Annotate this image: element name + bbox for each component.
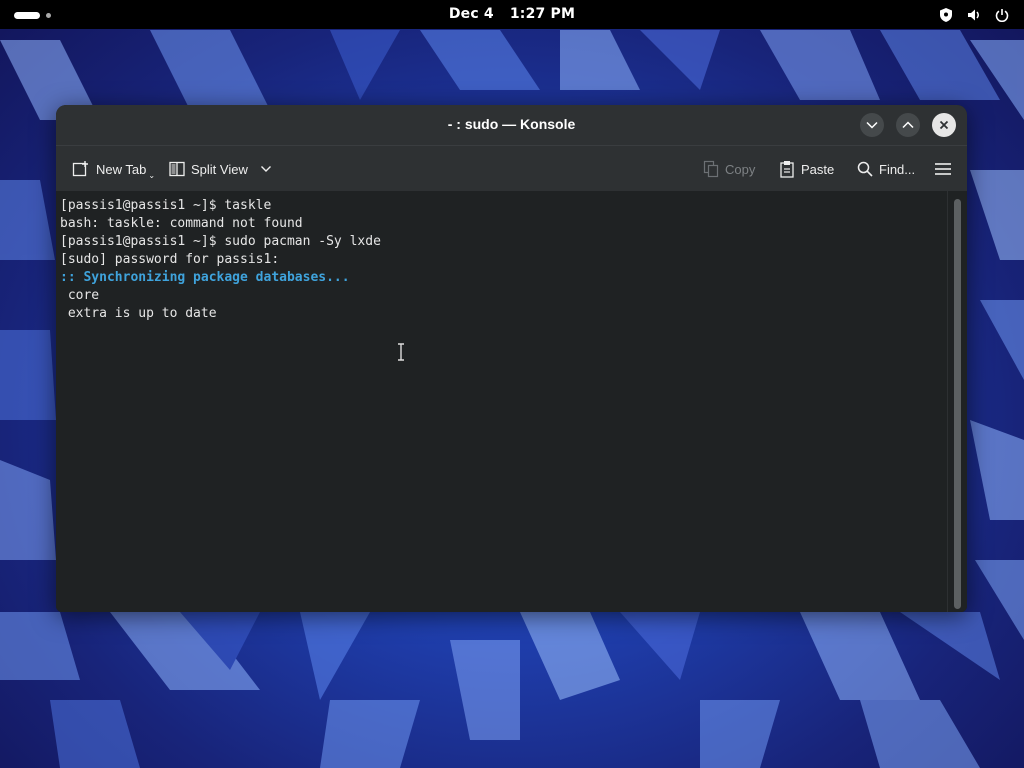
chevron-down-icon: [866, 121, 878, 129]
new-tab-button[interactable]: New Tab ⌄: [72, 159, 156, 180]
split-view-button[interactable]: Split View: [169, 159, 272, 179]
volume-icon[interactable]: [966, 7, 982, 23]
chevron-up-icon: [902, 121, 914, 129]
terminal-line: extra is up to date: [60, 306, 217, 321]
scrollbar-thumb[interactable]: [954, 199, 961, 609]
paste-label: Paste: [801, 161, 835, 177]
terminal-line-sync: :: Synchronizing package databases...: [60, 270, 350, 285]
paste-button[interactable]: Paste: [779, 159, 834, 179]
scrollbar[interactable]: [947, 191, 967, 612]
hamburger-menu-icon: [935, 163, 951, 175]
terminal-line: [passis1@passis1 ~]$ sudo pacman -Sy lxd…: [60, 234, 381, 249]
split-view-label: Split View: [191, 161, 248, 177]
minimize-button[interactable]: [860, 113, 884, 137]
konsole-window: - : sudo — Konsole New Tab ⌄ Split View …: [56, 105, 967, 612]
power-icon[interactable]: [994, 7, 1010, 23]
terminal-line: [passis1@passis1 ~]$ taskle: [60, 198, 272, 213]
clock-time: 1:27 PM: [509, 6, 576, 22]
terminal-line: core: [60, 288, 100, 303]
copy-icon: [703, 160, 719, 178]
maximize-button[interactable]: [896, 113, 920, 137]
paste-icon: [780, 161, 794, 178]
close-icon: [939, 120, 949, 130]
titlebar[interactable]: - : sudo — Konsole: [56, 105, 967, 145]
chevron-down-icon: [260, 166, 271, 172]
copy-label: Copy: [725, 161, 756, 177]
find-label: Find...: [879, 161, 916, 177]
window-title: - : sudo — Konsole: [447, 116, 576, 132]
new-tab-icon: [72, 161, 88, 177]
terminal-line: [sudo] password for passis1:: [60, 252, 280, 267]
copy-button[interactable]: Copy: [703, 159, 755, 179]
search-icon: [857, 161, 873, 177]
close-button[interactable]: [932, 113, 956, 137]
system-tray[interactable]: [938, 7, 1010, 23]
toolbar: New Tab ⌄ Split View Copy Paste Find...: [56, 145, 967, 192]
hamburger-menu-button[interactable]: [934, 159, 952, 179]
terminal-line: bash: taskle: command not found: [60, 216, 303, 231]
split-view-icon: [169, 161, 185, 177]
top-panel: Dec 4 1:27 PM: [0, 0, 1024, 29]
chevron-down-icon: ⌄: [148, 170, 156, 180]
text-cursor-icon: [397, 343, 405, 367]
shield-icon[interactable]: [938, 7, 954, 23]
clock[interactable]: Dec 4 1:27 PM: [0, 6, 1024, 22]
terminal-output[interactable]: [passis1@passis1 ~]$ taskle bash: taskle…: [56, 191, 947, 612]
new-tab-label: New Tab: [96, 161, 147, 177]
clock-date: Dec 4: [448, 6, 494, 22]
find-button[interactable]: Find...: [857, 159, 915, 179]
